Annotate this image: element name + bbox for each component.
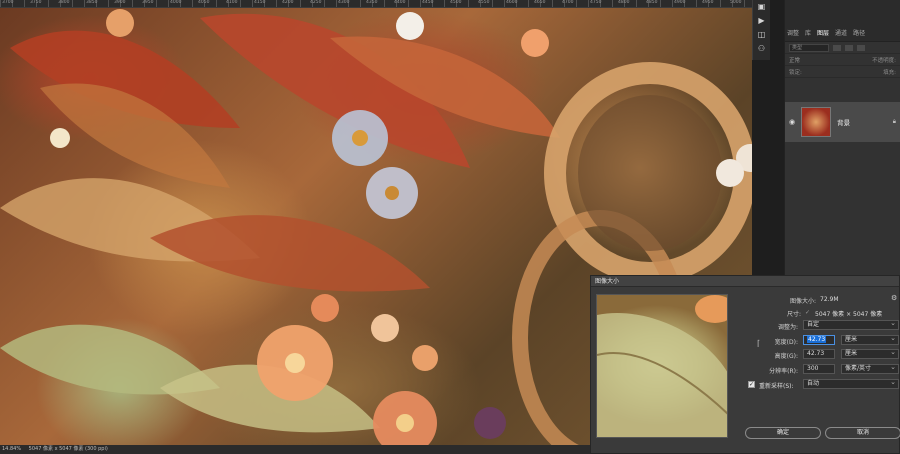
play-icon[interactable]: ▶ [753, 14, 770, 28]
ruler-label: 4700 [562, 0, 574, 5]
height-input[interactable]: 42.73 [803, 349, 835, 359]
height-label: 高度(G): [774, 353, 798, 360]
filter-icon-3[interactable] [857, 44, 865, 51]
ok-button[interactable]: 确定 [745, 427, 821, 439]
eye-icon[interactable]: ◉ [789, 118, 795, 126]
dialog-title: 图像大小 [591, 276, 899, 287]
ruler-label: 4500 [450, 0, 462, 5]
ruler-label: 4650 [534, 0, 546, 5]
info-icon[interactable]: ▣ [753, 0, 770, 14]
tab-layers[interactable]: 图层 [817, 28, 829, 37]
tab-adjust[interactable]: 调整 [787, 28, 799, 37]
image-size-label: 图像大小: [789, 298, 816, 305]
image-preview[interactable] [596, 294, 728, 438]
right-tool-strip: ▣ ▶ ◫ ⚇ [752, 0, 770, 60]
ruler-label: 4950 [702, 0, 714, 5]
fit-label: 调整为: [777, 324, 798, 331]
dimensions-value: 5047 像素 × 5047 像素 [815, 311, 883, 318]
ruler-label: 4900 [674, 0, 686, 5]
opacity-label: 不透明度: [872, 57, 896, 64]
ruler-label: 4000 [170, 0, 182, 5]
flower-blue-2 [366, 167, 418, 219]
resolution-label: 分辨率(R): [769, 368, 798, 375]
blend-mode-row: 正常 不透明度: [785, 54, 900, 66]
history-icon[interactable]: ◫ [753, 28, 770, 42]
ruler-label: 4400 [394, 0, 406, 5]
ruler-label: 3700 [2, 0, 14, 5]
dimensions-chevron-icon[interactable]: ✓ [805, 309, 810, 316]
lock-label: 锁定: [789, 69, 802, 76]
layer-background[interactable]: ◉ 背景 🔒︎ [785, 102, 900, 142]
height-unit-select[interactable]: 厘米 [841, 348, 899, 359]
resolution-input[interactable]: 300 [803, 364, 835, 374]
ruler-label: 4350 [366, 0, 378, 5]
ruler-label: 4250 [310, 0, 322, 5]
ruler-label: 3950 [142, 0, 154, 5]
ruler-label: 4750 [590, 0, 602, 5]
layer-name: 背景 [837, 119, 851, 127]
filter-icon[interactable] [833, 44, 841, 51]
ruler-label: 3850 [86, 0, 98, 5]
resample-checkbox[interactable]: ✓ [748, 381, 755, 388]
ruler-label: 4550 [478, 0, 490, 5]
width-unit-select[interactable]: 厘米 [841, 334, 899, 345]
status-bar: 14.84% 5047 像素 x 5047 像素 (300 ppi) [0, 445, 590, 454]
layer-thumbnail [801, 107, 832, 137]
people-icon[interactable]: ⚇ [753, 42, 770, 56]
width-value: 42.73 [807, 336, 827, 343]
cancel-button[interactable]: 取消 [825, 427, 900, 439]
flower-blue [332, 110, 388, 166]
zoom-level[interactable]: 14.84% [2, 446, 21, 452]
preview-artwork [597, 295, 727, 437]
blend-mode-select[interactable]: 正常 [789, 56, 800, 64]
horizontal-ruler: 3700 3750 3800 3850 3900 3950 4000 4050 4100 4150… [0, 0, 752, 8]
resample-label: 重新采样(S): [759, 383, 794, 390]
ruler-label: 4600 [506, 0, 518, 5]
tab-library[interactable]: 库 [805, 28, 811, 37]
document-info[interactable]: 5047 像素 x 5047 像素 (300 ppi) [29, 446, 108, 452]
ruler-label: 4300 [338, 0, 350, 5]
width-input[interactable]: 42.73 [803, 335, 835, 345]
ruler-label: 3900 [114, 0, 126, 5]
lock-row: 锁定: 填充: [785, 66, 900, 78]
image-size-value: 72.9M [820, 296, 839, 303]
ruler-label: 4100 [226, 0, 238, 5]
filter-icon-2[interactable] [845, 44, 853, 51]
fill-label: 填充: [883, 69, 896, 76]
lock-icon: 🔒︎ [892, 118, 896, 125]
layer-search-input[interactable]: 类型 [789, 43, 829, 52]
resample-select[interactable]: 自动 [803, 378, 899, 389]
ruler-label: 4850 [646, 0, 658, 5]
ruler-label: 4150 [254, 0, 266, 5]
ruler-label: 5000 [730, 0, 742, 5]
image-size-dialog: 图像大小 图像大小: 72.9M ⚙ 尺寸: ✓ 5047 像素 × 5047 … [590, 275, 900, 454]
ruler-label: 4450 [422, 0, 434, 5]
resolution-unit-select[interactable]: 像素/英寸 [841, 363, 899, 374]
ruler-label: 4200 [282, 0, 294, 5]
flower-salmon [373, 391, 437, 445]
gear-icon[interactable]: ⚙ [891, 294, 897, 302]
ruler-label: 4050 [198, 0, 210, 5]
ruler-label: 3800 [58, 0, 70, 5]
tab-paths[interactable]: 路径 [853, 28, 865, 37]
panel-tabs: 调整 库 图层 通道 路径 [785, 0, 900, 42]
dimensions-label: 尺寸: [786, 311, 801, 318]
tab-channels[interactable]: 通道 [835, 28, 847, 37]
layers-panel: 调整 库 图层 通道 路径 类型 正常 不透明度: 锁定: 填充: ◉ 背景 🔒… [784, 0, 900, 275]
fit-select[interactable]: 自定 [803, 319, 899, 330]
flower-peach [257, 325, 333, 401]
ruler-label: 3750 [30, 0, 42, 5]
width-label: 宽度(D): [774, 339, 798, 346]
layer-filter-row: 类型 [785, 42, 900, 54]
ruler-label: 4800 [618, 0, 630, 5]
photoshop-window: 3700 3750 3800 3850 3900 3950 4000 4050 4100 4150… [0, 0, 900, 454]
